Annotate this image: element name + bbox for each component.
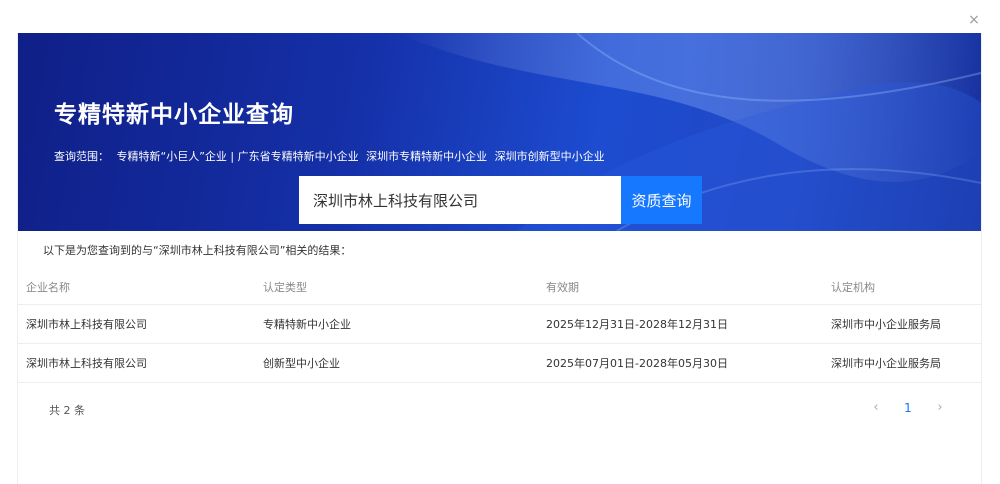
next-page-icon[interactable]: ›: [929, 399, 951, 417]
close-icon[interactable]: ×: [966, 12, 982, 28]
query-scope-item: 深圳市创新型中小企业: [494, 150, 605, 163]
issuing-authority-cell: 深圳市中小企业服务局: [831, 357, 941, 370]
column-header: 企业名称: [26, 280, 70, 294]
column-header: 有效期: [546, 280, 579, 294]
prev-page-icon[interactable]: ‹: [865, 399, 887, 417]
query-scope-label: 查询范围：: [54, 150, 109, 163]
page-number-button[interactable]: 1: [897, 399, 919, 417]
query-scope-item: 深圳市专精特新中小企业: [366, 150, 488, 163]
company-name-cell: 深圳市林上科技有限公司: [26, 318, 147, 331]
result-summary: 以下是为您查询到的与“深圳市林上科技有限公司”相关的结果：: [43, 244, 352, 257]
query-scope-item: 专精特新“小巨人”企业 | 广东省专精特新中小企业: [116, 150, 359, 163]
results-table: 企业名称 认定类型 有效期 认定机构 深圳市林上科技有限公司 专精特新中小企业 …: [18, 269, 981, 383]
page-title: 专精特新中小企业查询: [54, 102, 294, 128]
table-header: 企业名称 认定类型 有效期 认定机构: [18, 269, 981, 305]
query-scope: 查询范围： 专精特新“小巨人”企业 | 广东省专精特新中小企业 深圳市专精特新中…: [54, 148, 609, 164]
column-header: 认定类型: [263, 280, 307, 294]
company-name-cell: 深圳市林上科技有限公司: [26, 357, 147, 370]
certification-type-cell: 专精特新中小企业: [263, 318, 351, 331]
certification-type-cell: 创新型中小企业: [263, 357, 340, 370]
table-row: 深圳市林上科技有限公司 创新型中小企业 2025年07月01日-2028年05月…: [18, 344, 981, 383]
search-button[interactable]: 资质查询: [621, 176, 702, 224]
column-header: 认定机构: [831, 280, 875, 294]
issuing-authority-cell: 深圳市中小企业服务局: [831, 318, 941, 331]
validity-period-cell: 2025年07月01日-2028年05月30日: [546, 357, 728, 370]
search-input[interactable]: [299, 176, 621, 224]
pagination: ‹ 1 ›: [865, 399, 951, 417]
banner: 专精特新中小企业查询 查询范围： 专精特新“小巨人”企业 | 广东省专精特新中小…: [18, 33, 981, 231]
query-panel: 专精特新中小企业查询 查询范围： 专精特新“小巨人”企业 | 广东省专精特新中小…: [17, 33, 982, 484]
table-row: 深圳市林上科技有限公司 专精特新中小企业 2025年12月31日-2028年12…: [18, 305, 981, 344]
validity-period-cell: 2025年12月31日-2028年12月31日: [546, 318, 728, 331]
total-count: 共 2 条: [49, 404, 85, 417]
